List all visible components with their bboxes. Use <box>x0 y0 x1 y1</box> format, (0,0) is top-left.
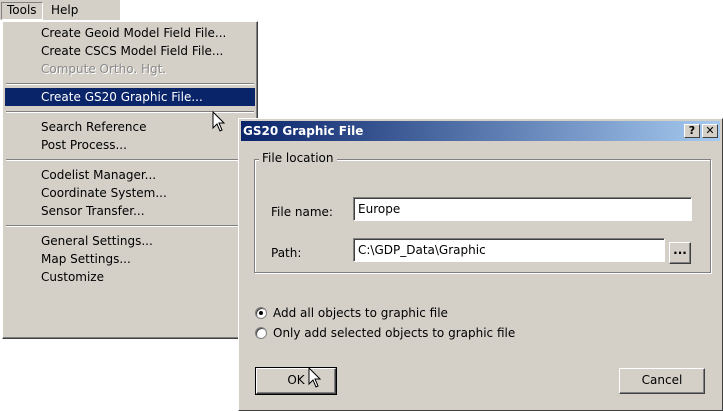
browse-button[interactable]: ... <box>669 242 691 264</box>
radio-add-all-circle[interactable] <box>255 307 267 319</box>
menu-item-create-cscs[interactable]: Create CSCS Model Field File... <box>5 42 255 60</box>
menu-item-sensor-transfer[interactable]: Sensor Transfer... <box>5 202 255 220</box>
help-button[interactable]: ? <box>684 124 700 138</box>
menu-item-create-geoid[interactable]: Create Geoid Model Field File... <box>5 24 255 42</box>
path-label: Path: <box>271 246 302 260</box>
radio-only-selected-circle[interactable] <box>255 327 267 339</box>
menu-item-general-settings[interactable]: General Settings... <box>5 232 255 250</box>
menu-item-codelist-manager[interactable]: Codelist Manager... <box>5 166 255 184</box>
menu-bar: Tools Help <box>0 0 120 20</box>
menu-separator <box>6 159 254 161</box>
close-button[interactable]: ✕ <box>702 124 718 138</box>
menu-item-compute-ortho: Compute Ortho. Hgt. <box>41 62 167 76</box>
group-label: File location <box>259 150 337 166</box>
cancel-button[interactable]: Cancel <box>619 368 705 394</box>
path-input[interactable]: C:\GDP_Data\Graphic <box>353 238 665 262</box>
file-name-label: File name: <box>271 205 333 219</box>
dialog-title: GS20 Graphic File <box>243 124 364 138</box>
menu-tools[interactable]: Tools <box>1 2 43 20</box>
tools-dropdown-menu: Create Geoid Model Field File... Create … <box>2 21 258 339</box>
menu-item-create-gs20[interactable]: Create GS20 Graphic File... <box>5 88 255 106</box>
radio-add-all-label: Add all objects to graphic file <box>273 306 448 320</box>
menu-separator <box>6 83 254 85</box>
menu-item-customize[interactable]: Customize <box>5 268 255 286</box>
gs20-graphic-file-dialog: GS20 Graphic File ? ✕ File location File… <box>238 118 723 411</box>
menu-item-map-settings[interactable]: Map Settings... <box>5 250 255 268</box>
menu-item-post-process[interactable]: Post Process... <box>5 136 255 154</box>
ok-button[interactable]: OK <box>255 367 337 395</box>
menu-separator <box>6 225 254 227</box>
mouse-cursor-icon <box>212 111 226 132</box>
menu-help[interactable]: Help <box>46 2 83 18</box>
file-name-input[interactable]: Europe <box>353 197 692 221</box>
dialog-title-bar[interactable]: GS20 Graphic File ? ✕ <box>241 121 720 141</box>
menu-item-coordinate-system[interactable]: Coordinate System... <box>5 184 255 202</box>
radio-only-selected-label: Only add selected objects to graphic fil… <box>273 326 516 340</box>
mouse-cursor-icon <box>308 367 322 388</box>
